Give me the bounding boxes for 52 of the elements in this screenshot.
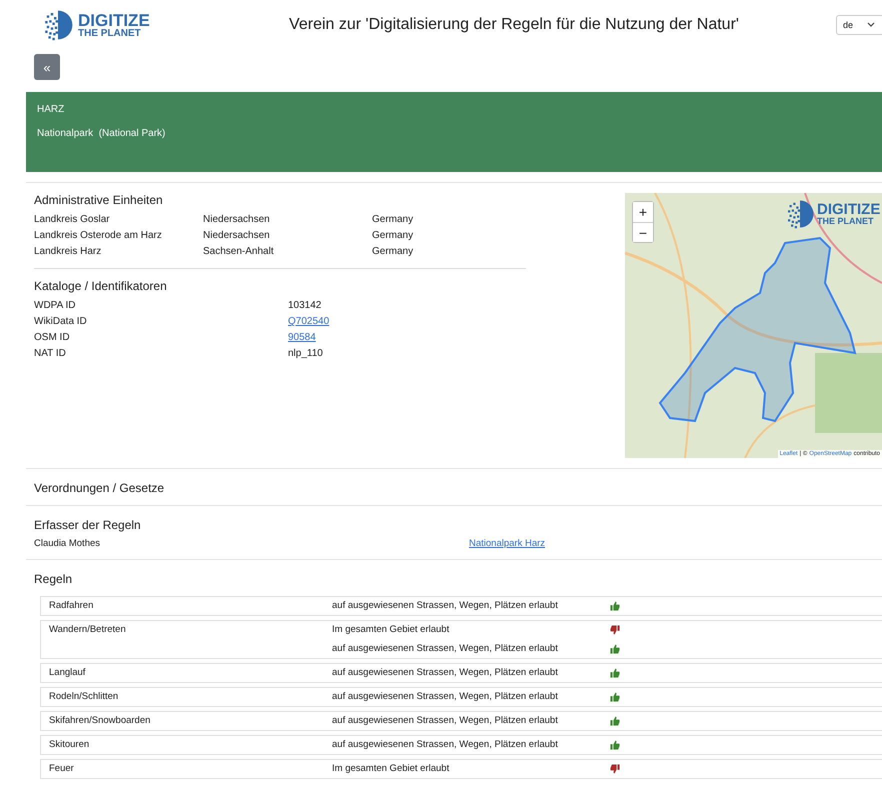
table-cell-text: NAT ID <box>34 347 67 361</box>
section-heading: Kataloge / Identifikatoren <box>34 279 168 293</box>
table-cell-text: Sachsen-Anhalt <box>203 245 275 259</box>
table-cell-text: WikiData ID <box>34 315 88 329</box>
table-cell-text: WDPA ID <box>34 299 76 313</box>
table-cell-text: OSM ID <box>34 331 71 345</box>
activity-name: Wandern/Betreten <box>49 624 127 637</box>
activity-name: Radfahren <box>49 600 94 611</box>
activity-name: Skifahren/Snowboarden <box>49 715 152 726</box>
rule-text: auf ausgewiesenen Strassen, Wegen, Plätzen erlaubt <box>332 643 559 654</box>
caret-icon <box>867 22 876 28</box>
table-cell-text: Niedersachsen <box>203 229 271 243</box>
logo-text: DIGITIZE <box>817 202 880 217</box>
id-link[interactable]: 90584 <box>288 332 316 343</box>
table-cell-text: Germany <box>372 245 414 259</box>
activity-name: Rodeln/Schlitten <box>49 691 120 702</box>
rule-text: auf ausgewiesenen Strassen, Wegen, Plätzen erlaubt <box>332 667 559 678</box>
rule-text: auf ausgewiesenen Strassen, Wegen, Plätzen erlaubt <box>332 600 559 611</box>
organization-link[interactable]: Nationalpark Harz <box>469 538 546 549</box>
rule-text: Im gesamten Gebiet erlaubt <box>332 763 450 774</box>
logo-subtext: THE PLANET <box>78 28 142 38</box>
section-heading: Erfasser der Regeln <box>34 518 142 532</box>
logo-icon <box>42 9 74 41</box>
language-select[interactable]: de <box>836 15 882 35</box>
table-cell-text: Germany <box>372 213 414 227</box>
table-cell-text: Landkreis Goslar <box>34 213 111 227</box>
table-cell-text: Niedersachsen <box>203 213 271 227</box>
activity-name: Langlauf <box>49 667 86 678</box>
table-cell: nlp_110 <box>288 348 323 359</box>
back-button[interactable]: « <box>34 54 60 80</box>
activity-name: Feuer <box>49 763 75 774</box>
park-name: HARZ <box>37 104 66 115</box>
rule-text: auf ausgewiesenen Strassen, Wegen, Plätzen erlaubt <box>332 691 559 702</box>
table-cell-text: Landkreis Harz <box>34 245 102 259</box>
zoom-out-button[interactable]: − <box>633 222 653 242</box>
page-title: Verein zur 'Digitalisierung der Regeln für die Nutzung der Natur' <box>288 16 740 34</box>
section-heading: Regeln <box>34 572 74 586</box>
rule-text: auf ausgewiesenen Strassen, Wegen, Plätzen erlaubt <box>332 739 559 750</box>
author-name: Claudia Mothes <box>34 538 102 549</box>
section-heading: Administrative Einheiten <box>34 193 164 207</box>
activity-name: Skitouren <box>49 739 90 750</box>
park-category: Nationalpark (National Park) <box>37 128 166 139</box>
logo-subtext: THE PLANET <box>817 217 875 226</box>
id-link[interactable]: Q702540 <box>288 316 330 327</box>
table-cell-text: Germany <box>372 229 414 243</box>
section-heading: Verordnungen / Gesetze <box>34 481 166 495</box>
rule-text: auf ausgewiesenen Strassen, Wegen, Plätzen erlaubt <box>332 715 559 726</box>
logo-text: DIGITIZE <box>78 12 150 28</box>
rule-text: Im gesamten Gebiet erlaubt <box>332 624 450 635</box>
table-cell: 103142 <box>288 300 322 311</box>
table-cell-text: Landkreis Osterode am Harz <box>34 229 163 243</box>
logo-icon <box>785 199 815 229</box>
